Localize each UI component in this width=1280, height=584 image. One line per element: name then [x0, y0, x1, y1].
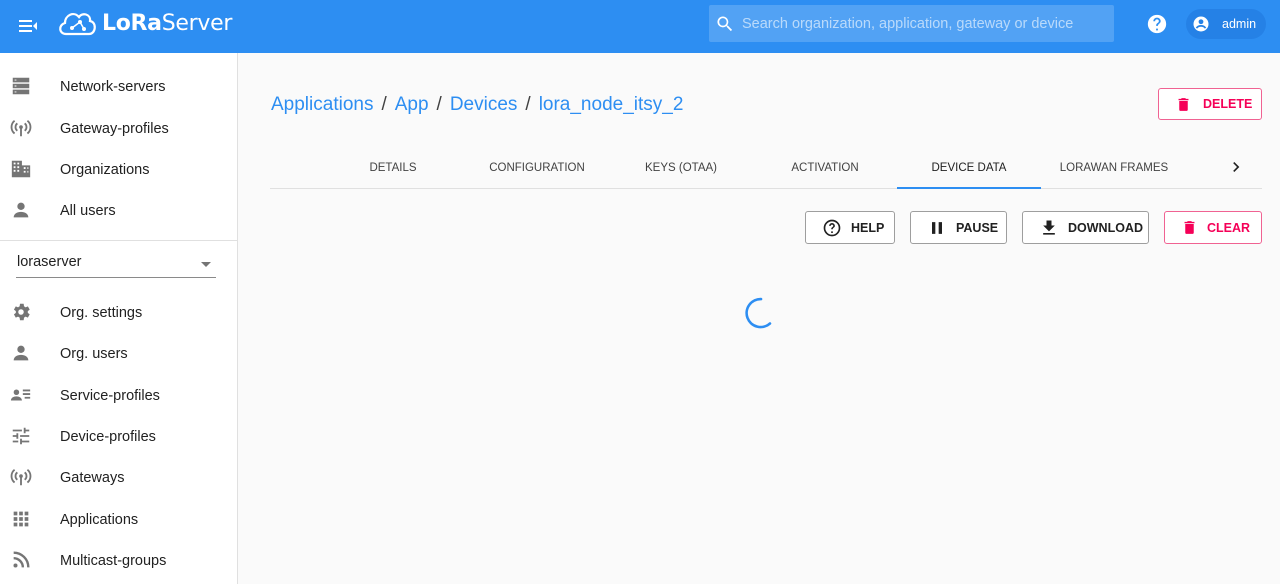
trash-icon: [1178, 97, 1189, 111]
account-icon: [13, 202, 29, 218]
clear-button[interactable]: CLEAR: [1164, 211, 1262, 244]
tab-details[interactable]: DETAILS: [321, 147, 465, 189]
apps-grid-icon: [13, 511, 29, 527]
sidebar-item-multicast-groups[interactable]: Multicast-groups: [0, 541, 237, 581]
app-bar: LoRaServer admin: [0, 0, 1280, 53]
dropdown-arrow-icon: [201, 262, 211, 267]
trash-icon: [1184, 221, 1195, 234]
help-icon[interactable]: [1146, 13, 1168, 40]
breadcrumb-app[interactable]: App: [395, 94, 429, 116]
search-input[interactable]: [742, 5, 1102, 42]
cloud-logo-icon: [59, 13, 96, 36]
sidebar-item-organizations[interactable]: Organizations: [0, 150, 237, 190]
organization-select-value: loraserver: [17, 254, 82, 270]
tab-configuration[interactable]: CONFIGURATION: [465, 147, 609, 189]
user-name: admin: [1222, 17, 1257, 31]
sidebar-divider: [0, 240, 237, 241]
search-box: [709, 5, 1114, 42]
gear-icon: [13, 303, 30, 321]
device-tabs: DETAILS CONFIGURATION KEYS (OTAA) ACTIVA…: [270, 147, 1262, 189]
breadcrumb-devices[interactable]: Devices: [450, 94, 518, 116]
loading-spinner-icon: [745, 297, 772, 329]
tab-activation[interactable]: ACTIVATION: [753, 147, 897, 189]
download-button[interactable]: DOWNLOAD: [1022, 211, 1149, 244]
download-icon: [1043, 220, 1055, 235]
breadcrumb-separator: /: [436, 94, 442, 115]
active-tab-indicator: [897, 187, 1041, 189]
help-circle-icon: [823, 219, 841, 236]
search-icon: [717, 16, 733, 32]
sidebar-item-device-profiles[interactable]: Device-profiles: [0, 417, 237, 457]
tab-lorawan-frames[interactable]: LORAWAN FRAMES: [1041, 147, 1187, 189]
pause-icon: [932, 221, 942, 234]
menu-collapse-icon[interactable]: [16, 14, 40, 38]
pause-button[interactable]: PAUSE: [910, 211, 1007, 244]
logo[interactable]: LoRaServer: [56, 6, 232, 40]
tab-device-data[interactable]: DEVICE DATA: [897, 147, 1041, 189]
breadcrumb-separator: /: [525, 94, 531, 115]
help-button[interactable]: HELP: [805, 211, 895, 244]
delete-button[interactable]: DELETE: [1158, 88, 1262, 120]
user-menu-button[interactable]: admin: [1186, 9, 1266, 39]
server-icon: [12, 77, 30, 95]
sidebar-item-applications[interactable]: Applications: [0, 500, 237, 540]
breadcrumb-device[interactable]: lora_node_itsy_2: [539, 94, 684, 116]
account-icon: [13, 345, 29, 361]
account-details-icon: [10, 389, 31, 401]
sidebar-item-gateway-profiles[interactable]: Gateway-profiles: [0, 109, 237, 149]
sidebar-item-gateways[interactable]: Gateways: [0, 458, 237, 498]
radio-tower-icon: [10, 468, 32, 486]
brand-name: LoRaServer: [102, 10, 233, 36]
sidebar-item-org-users[interactable]: Org. users: [0, 334, 237, 374]
breadcrumb: Applications / App / Devices / lora_node…: [271, 94, 683, 116]
sidebar-item-all-users[interactable]: All users: [0, 191, 237, 231]
sidebar-item-network-servers[interactable]: Network-servers: [0, 67, 237, 107]
tab-keys-otaa[interactable]: KEYS (OTAA): [609, 147, 753, 189]
sidebar: Network-servers Gateway-profiles Organiz…: [0, 53, 238, 584]
sidebar-item-org-settings[interactable]: Org. settings: [0, 293, 237, 333]
breadcrumb-separator: /: [381, 94, 387, 115]
tune-icon: [12, 427, 30, 445]
chevron-right-icon[interactable]: [1226, 157, 1246, 182]
account-circle-icon: [1193, 16, 1209, 32]
organization-select[interactable]: loraserver: [16, 248, 216, 278]
rss-icon: [13, 551, 30, 568]
sidebar-item-service-profiles[interactable]: Service-profiles: [0, 376, 237, 416]
domain-icon: [11, 160, 31, 178]
breadcrumb-applications[interactable]: Applications: [271, 94, 373, 116]
radio-tower-icon: [10, 119, 32, 137]
